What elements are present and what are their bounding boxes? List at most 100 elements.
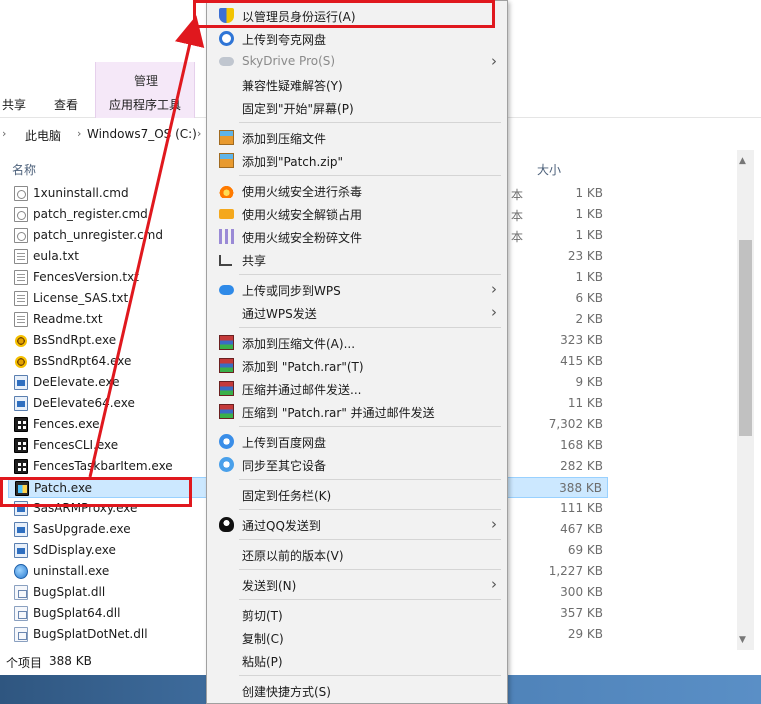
file-name: Fences.exe — [33, 417, 100, 431]
menu-item[interactable]: 使用火绒安全粉碎文件 — [209, 225, 505, 247]
contextual-tab-group: 管理 应用程序工具 — [95, 62, 195, 118]
file-name: BugSplat.dll — [33, 585, 106, 599]
contextual-group-label: 管理 — [133, 74, 158, 88]
menu-item-label: 复制(C) — [242, 632, 284, 646]
menu-item[interactable]: 粘贴(P) — [209, 649, 505, 671]
menu-item[interactable]: 固定到"开始"屏幕(P) — [209, 96, 505, 118]
menu-item[interactable]: 压缩到 "Patch.rar" 并通过邮件发送 — [209, 400, 505, 422]
vertical-scrollbar[interactable]: ▲ ▼ — [737, 150, 754, 650]
file-size: 69 KB — [567, 543, 603, 557]
file-size: 282 KB — [560, 459, 603, 473]
menu-item-label: 通过QQ发送到 — [242, 519, 321, 533]
file-name: BugSplatDotNet.dll — [33, 627, 148, 641]
breadcrumb-this-pc[interactable]: 此电脑 — [25, 127, 61, 144]
menu-item-label: 固定到任务栏(K) — [242, 489, 332, 503]
file-name: BsSndRpt.exe — [33, 333, 117, 347]
file-size: 9 KB — [575, 375, 603, 389]
submenu-arrow-icon: › — [491, 515, 497, 533]
menu-item-label: SkyDrive Pro(S) — [242, 54, 336, 68]
menu-item[interactable]: 通过WPS发送 › — [209, 301, 505, 323]
menu-item-label: 使用火绒安全进行杀毒 — [242, 185, 363, 199]
tab-share[interactable]: 共享 — [2, 96, 26, 113]
menu-item-label: 添加到"Patch.zip" — [242, 155, 344, 169]
file-name: DeElevate.exe — [33, 375, 120, 389]
dll-file-icon — [14, 627, 28, 642]
wps-cloud-icon — [219, 285, 234, 295]
tab-view[interactable]: 查看 — [54, 96, 78, 113]
file-size: 1 KB — [575, 228, 603, 242]
scroll-thumb[interactable] — [739, 240, 752, 436]
qq-icon — [219, 517, 234, 532]
exe-blue-file-icon — [14, 396, 28, 411]
menu-item[interactable]: 添加到压缩文件 — [209, 126, 505, 148]
file-size: 1 KB — [575, 186, 603, 200]
menu-item[interactable]: 上传或同步到WPS › — [209, 278, 505, 300]
file-size: 6 KB — [575, 291, 603, 305]
file-name: patch_register.cmd — [33, 207, 148, 221]
winrar-icon — [219, 404, 234, 419]
menu-item[interactable]: 复制(C) — [209, 626, 505, 648]
scroll-down-icon[interactable]: ▼ — [739, 635, 746, 645]
file-name: uninstall.exe — [33, 564, 110, 578]
file-name: DeElevate64.exe — [33, 396, 135, 410]
menu-item-label: 使用火绒安全解锁占用 — [242, 208, 363, 222]
menu-item[interactable]: 上传到百度网盘 — [209, 430, 505, 452]
menu-item[interactable]: 上传到夸克网盘 — [209, 27, 505, 49]
column-size[interactable]: 大小 — [537, 161, 561, 178]
breadcrumb-drive[interactable]: Windows7_OS (C:) — [87, 127, 197, 141]
winrar-icon — [219, 381, 234, 396]
menu-item[interactable]: 还原以前的版本(V) — [209, 543, 505, 565]
file-size: 467 KB — [560, 522, 603, 536]
file-size: 323 KB — [560, 333, 603, 347]
file-name: patch_unregister.cmd — [33, 228, 163, 242]
highlight-patch-exe — [0, 477, 192, 507]
menu-item[interactable]: 压缩并通过邮件发送... — [209, 377, 505, 399]
dll-file-icon — [14, 606, 28, 621]
tab-application-tools[interactable]: 应用程序工具 — [109, 96, 181, 113]
chevron-right-icon: › — [2, 127, 7, 140]
menu-item[interactable]: 同步至其它设备 — [209, 453, 505, 475]
menu-item[interactable]: 添加到"Patch.zip" — [209, 149, 505, 171]
winrar-icon — [219, 358, 234, 373]
file-name: FencesVersion.txt — [33, 270, 139, 284]
menu-separator — [239, 675, 501, 676]
exe-dark-file-icon — [14, 459, 28, 474]
file-size: 388 KB — [559, 481, 602, 495]
menu-item[interactable]: 使用火绒安全解锁占用 — [209, 202, 505, 224]
menu-item[interactable]: 创建快捷方式(S) — [209, 679, 505, 701]
file-size: 29 KB — [567, 627, 603, 641]
menu-item[interactable]: 共享 — [209, 248, 505, 270]
file-name: SasUpgrade.exe — [33, 522, 131, 536]
status-selected-size: 388 KB — [49, 654, 92, 668]
file-type: 本 — [511, 230, 524, 244]
scroll-up-icon[interactable]: ▲ — [739, 156, 746, 166]
menu-separator — [239, 175, 501, 176]
cmd-file-icon — [14, 207, 28, 222]
menu-item-label: 发送到(N) — [242, 579, 297, 593]
menu-item[interactable]: 固定到任务栏(K) — [209, 483, 505, 505]
menu-item[interactable]: SkyDrive Pro(S) › — [209, 50, 505, 72]
menu-item-label: 兼容性疑难解答(Y) — [242, 79, 343, 93]
menu-item[interactable]: 兼容性疑难解答(Y) — [209, 73, 505, 95]
file-name: eula.txt — [33, 249, 80, 263]
file-name: License_SAS.txt — [33, 291, 129, 305]
column-name[interactable]: 名称 — [12, 161, 36, 178]
menu-item[interactable]: 通过QQ发送到 › — [209, 513, 505, 535]
menu-separator — [239, 327, 501, 328]
menu-item[interactable]: 剪切(T) — [209, 603, 505, 625]
menu-item[interactable]: 添加到压缩文件(A)... — [209, 331, 505, 353]
unlock-icon — [219, 209, 234, 219]
file-name: FencesTaskbarItem.exe — [33, 459, 173, 473]
skydrive-icon — [219, 57, 234, 66]
menu-item-label: 通过WPS发送 — [242, 307, 317, 321]
status-item-count: 个项目 — [6, 656, 43, 670]
menu-item[interactable]: 发送到(N) › — [209, 573, 505, 595]
file-size: 7,302 KB — [548, 417, 603, 431]
menu-item[interactable]: 添加到 "Patch.rar"(T) — [209, 354, 505, 376]
menu-item-label: 上传到夸克网盘 — [242, 33, 327, 47]
exe-blue-file-icon — [14, 543, 28, 558]
submenu-arrow-icon: › — [491, 575, 497, 593]
menu-item[interactable]: 使用火绒安全进行杀毒 — [209, 179, 505, 201]
file-size: 300 KB — [560, 585, 603, 599]
txt-file-icon — [14, 249, 28, 264]
